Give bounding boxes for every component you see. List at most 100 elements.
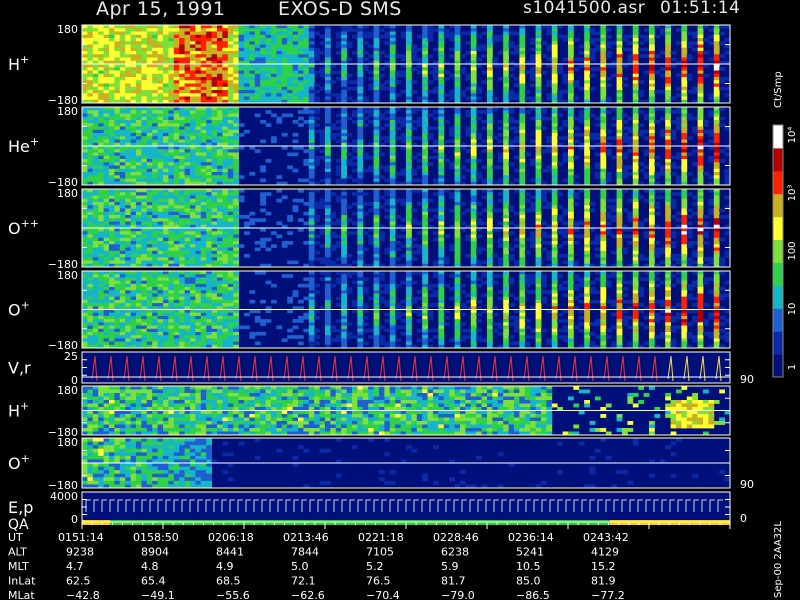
heatmap-cell (541, 168, 547, 173)
heatmap-cell (141, 86, 148, 91)
heatmap-cell (389, 129, 396, 134)
heatmap-cell (411, 172, 418, 176)
heatmap-cell (190, 90, 196, 94)
heatmap-cell (319, 198, 326, 203)
heatmap-cell (406, 28, 412, 32)
heatmap-cell (400, 168, 407, 173)
heatmap-cell (314, 241, 320, 245)
heatmap-cell (314, 234, 320, 239)
heatmap-cell (136, 113, 142, 118)
heatmap-cell (584, 96, 590, 101)
heatmap-cell (103, 110, 110, 114)
heatmap-cell (82, 254, 88, 258)
heatmap-cell (292, 139, 299, 144)
heatmap-cell (98, 70, 104, 75)
heatmap-cell (227, 120, 234, 124)
heatmap-cell (384, 247, 391, 252)
heatmap-cell (584, 152, 590, 157)
heatmap-cell (238, 175, 245, 179)
heatmap-cell (82, 133, 88, 137)
heatmap-cell (92, 215, 99, 219)
heatmap-cell (195, 152, 202, 157)
heatmap-cell (130, 202, 137, 206)
heatmap-cell (298, 67, 304, 71)
heatmap-cell (287, 260, 293, 265)
heatmap-cell (676, 116, 682, 121)
heatmap-cell (233, 51, 239, 55)
heatmap-cell (173, 28, 180, 32)
heatmap-cell (497, 64, 504, 68)
heatmap-cell (692, 31, 698, 36)
heatmap-cell (184, 165, 191, 170)
heatmap-cell (665, 57, 671, 62)
heatmap-cell (357, 260, 364, 265)
heatmap-cell (233, 93, 239, 97)
heatmap-cell (227, 83, 234, 88)
heatmap-cell (622, 175, 628, 179)
heatmap-cell (665, 107, 671, 111)
heatmap-cell (411, 237, 418, 242)
heatmap-cell (357, 211, 364, 216)
heatmap-cell (292, 47, 299, 52)
heatmap-cell (190, 159, 196, 163)
heatmap-cell (584, 86, 590, 91)
heatmap-cell (503, 155, 509, 160)
heatmap-cell (422, 152, 428, 157)
heatmap-cell (184, 218, 191, 222)
heatmap-cell (276, 221, 283, 226)
heatmap-cell (389, 228, 396, 232)
heatmap-cell (470, 215, 477, 219)
heatmap-cell (119, 231, 126, 235)
heatmap-cell (622, 136, 628, 140)
heatmap-cell (217, 152, 223, 157)
heatmap-cell (546, 149, 553, 153)
heatmap-cell (535, 73, 542, 78)
heatmap-cell (227, 146, 234, 150)
heatmap-cell (325, 162, 331, 166)
heatmap-cell (503, 162, 509, 166)
heatmap-cell (373, 215, 380, 219)
heatmap-cell (384, 250, 391, 255)
heatmap-cell (454, 228, 461, 232)
heatmap-cell (632, 146, 639, 150)
heatmap-cell (335, 70, 342, 75)
heatmap-cell (190, 202, 196, 206)
heatmap-cell (157, 129, 164, 134)
heatmap-cell (211, 93, 218, 97)
heatmap-cell (611, 155, 617, 160)
heatmap-cell (713, 110, 720, 114)
heatmap-cell (476, 64, 482, 68)
heatmap-cell (503, 31, 509, 36)
heatmap-cell (632, 136, 639, 140)
heatmap-cell (249, 51, 256, 55)
heatmap-cell (411, 257, 418, 261)
heatmap-cell (697, 77, 704, 81)
heatmap-cell (217, 195, 223, 200)
heatmap-cell (227, 133, 234, 137)
heatmap-cell (200, 34, 207, 39)
heatmap-cell (87, 192, 94, 196)
heatmap-cell (125, 211, 131, 216)
heatmap-cell (389, 38, 396, 42)
heatmap-cell (487, 113, 493, 118)
heatmap-cell (200, 86, 207, 91)
heatmap-cell (146, 25, 153, 29)
heatmap-cell (600, 149, 607, 153)
heatmap-cell (692, 126, 698, 131)
heatmap-cell (670, 165, 677, 170)
heatmap-cell (605, 77, 612, 81)
heatmap-cell (551, 64, 558, 68)
heatmap-cell (163, 195, 169, 200)
heatmap-cell (697, 110, 704, 114)
heatmap-cell (308, 133, 315, 137)
heatmap-cell (109, 155, 115, 160)
heatmap-cell (98, 44, 104, 49)
heatmap-cell (152, 38, 158, 42)
heatmap-cell (195, 168, 202, 173)
heatmap-cell (195, 202, 202, 206)
heatmap-cell (357, 83, 364, 88)
heatmap-cell (92, 231, 99, 235)
heatmap-cell (168, 208, 175, 213)
heatmap-cell (98, 250, 104, 255)
heatmap-cell (238, 215, 245, 219)
